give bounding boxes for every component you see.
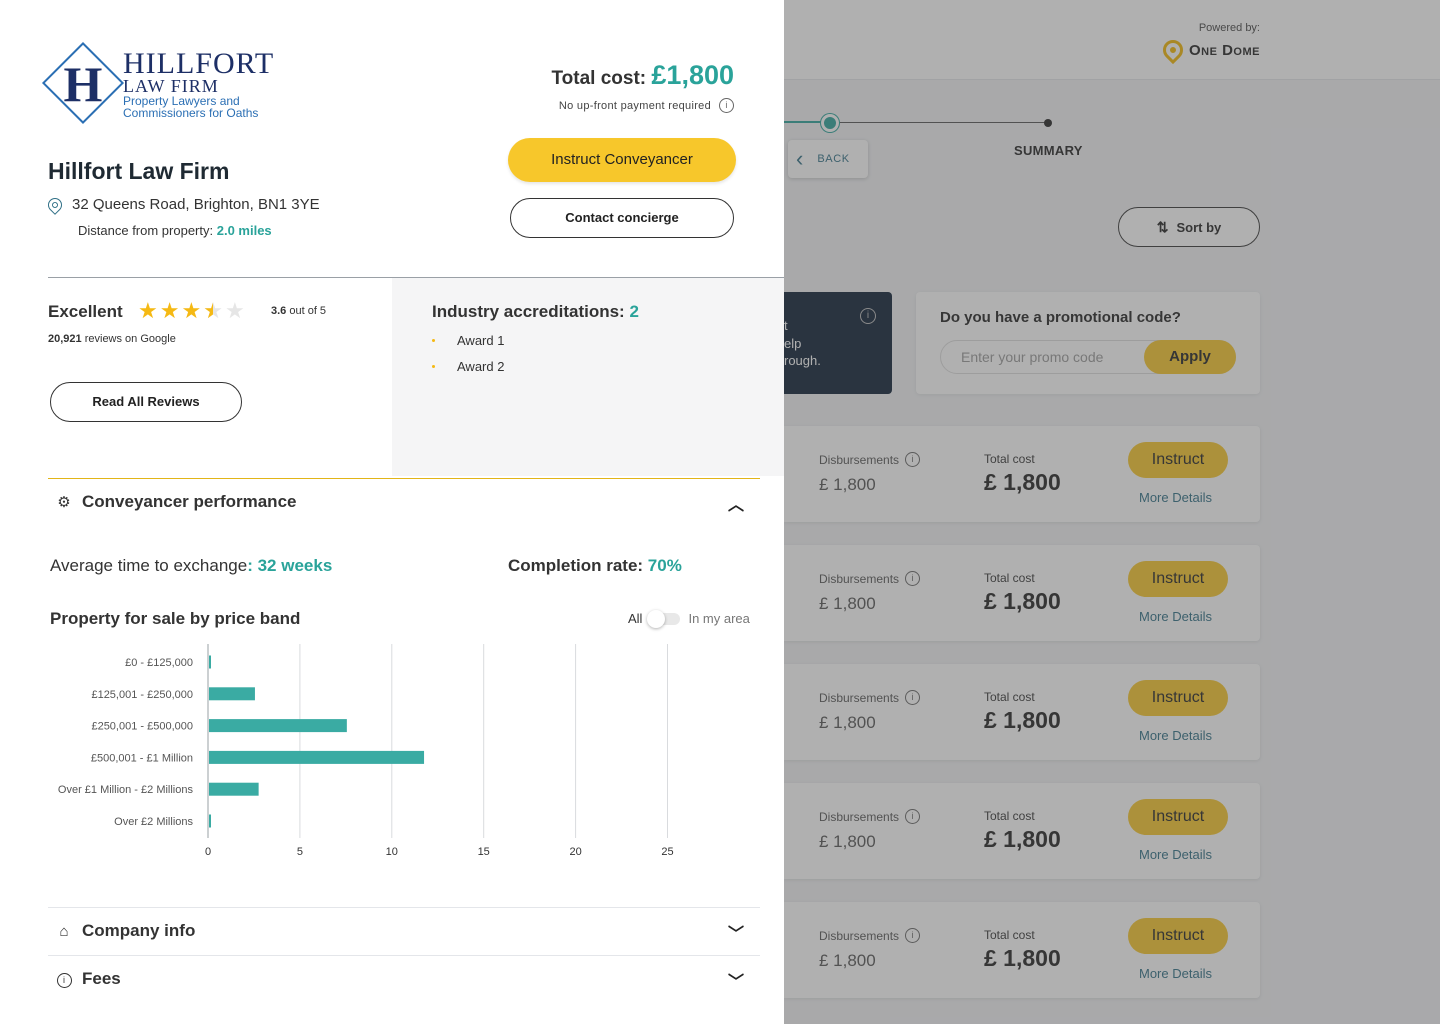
company-info-title: Company info — [82, 921, 196, 940]
category-label: Over £2 Millions — [114, 816, 193, 828]
x-tick-label: 15 — [478, 846, 490, 858]
bar[interactable] — [209, 719, 347, 733]
fees-title: Fees — [82, 969, 121, 988]
distance: Distance from property: 2.0 miles — [78, 223, 272, 238]
rating-score-value: 3.6 — [271, 305, 287, 317]
star-rating: ★ ★ ★ ★ ★ — [138, 298, 245, 323]
category-label: £125,001 - £250,000 — [91, 689, 193, 701]
rating-score: 3.6 out of 5 — [271, 305, 326, 317]
distance-value: 2.0 miles — [216, 223, 272, 238]
completion-value: 70% — [647, 556, 682, 575]
rating-score-suffix: out of 5 — [289, 305, 327, 317]
bullet-icon — [432, 365, 435, 368]
firm-logo: H HILLFORT LAW FIRM Property Lawyers and… — [41, 41, 288, 125]
review-count-value: 20,921 — [48, 333, 82, 345]
accreditations-count: 2 — [629, 302, 639, 321]
price-band-chart: 0 5 10 15 20 25 £0 - £125,000 £125,001 - £250,0… — [58, 644, 674, 858]
performance-title: Conveyancer performance — [82, 492, 297, 511]
contact-concierge-button[interactable]: Contact concierge — [510, 198, 734, 238]
bar[interactable] — [209, 750, 425, 764]
performance-accordion-header[interactable]: ⚙ Conveyancer performance ︿ — [48, 479, 760, 525]
award-label: Award 1 — [457, 333, 505, 348]
info-icon[interactable]: i — [719, 98, 734, 113]
star-icon: ★ — [181, 298, 202, 323]
toggle-all-label: All — [628, 611, 643, 626]
award-item: Award 1 — [432, 333, 504, 348]
location-pin-icon — [45, 194, 65, 215]
bar[interactable] — [209, 687, 255, 701]
distance-label: Distance from property: — [78, 223, 214, 238]
award-label: Award 2 — [457, 359, 505, 374]
company-info-accordion-header[interactable]: ⌂ Company info ﹀ — [48, 908, 760, 954]
read-all-reviews-button[interactable]: Read All Reviews — [50, 382, 242, 422]
firm-address: 32 Queens Road, Brighton, BN1 3YE — [45, 194, 320, 215]
x-tick-label: 10 — [386, 846, 398, 858]
logo-tagline-2: Commissioners for Oaths — [123, 106, 259, 120]
x-tick-label: 5 — [297, 846, 303, 858]
bar[interactable] — [209, 782, 259, 796]
x-tick-label: 0 — [205, 846, 211, 858]
half-star-icon: ★ — [203, 300, 223, 323]
avg-value: 32 weeks — [257, 556, 333, 575]
conveyancer-detail-panel: H HILLFORT LAW FIRM Property Lawyers and… — [0, 0, 784, 1024]
area-toggle-switch[interactable] — [647, 609, 681, 628]
completion-label: Completion rate: — [508, 556, 644, 575]
bar[interactable] — [209, 814, 211, 828]
total-cost-value: £1,800 — [651, 60, 734, 90]
accreditations-label: Industry accreditations: — [432, 302, 625, 321]
chevron-up-icon: ︿ — [727, 497, 744, 514]
bar[interactable] — [209, 655, 211, 669]
instruct-conveyancer-button[interactable]: Instruct Conveyancer — [508, 138, 736, 182]
area-toggle: All In my area — [628, 609, 750, 628]
star-icon: ★ — [159, 298, 180, 323]
review-count: 20,921 reviews on Google — [48, 333, 176, 345]
average-exchange-time: Average time to exchange: 32 weeks — [50, 556, 332, 576]
review-count-suffix: reviews on Google — [84, 333, 176, 345]
x-tick-label: 25 — [661, 846, 673, 858]
completion-rate: Completion rate: 70% — [508, 556, 682, 576]
total-cost: Total cost: £1,800 — [551, 60, 734, 91]
category-label: Over £1 Million - £2 Millions — [58, 784, 194, 796]
bullet-icon — [432, 339, 435, 342]
logo-castle-icon: H — [63, 56, 103, 112]
toggle-area-label: In my area — [688, 611, 750, 626]
gear-icon: ⚙ — [57, 494, 71, 511]
firm-name: Hillfort Law Firm — [48, 158, 230, 184]
no-upfront-text: No up-front payment required — [558, 99, 711, 112]
category-label: £250,001 - £500,000 — [91, 721, 193, 733]
avg-label: Average time to exchange — [50, 556, 248, 575]
no-upfront-note: No up-front payment required i — [559, 98, 734, 113]
fees-accordion-header[interactable]: i Fees ﹀ — [48, 956, 760, 1002]
x-tick-label: 20 — [569, 846, 581, 858]
empty-star-icon: ★ — [224, 298, 245, 323]
category-label: £500,001 - £1 Million — [91, 752, 193, 764]
award-item: Award 2 — [432, 359, 504, 374]
chevron-down-icon: ﹀ — [727, 926, 744, 943]
home-icon: ⌂ — [59, 922, 69, 940]
address-text: 32 Queens Road, Brighton, BN1 3YE — [72, 196, 320, 213]
total-cost-label: Total cost: — [551, 68, 647, 89]
info-icon: i — [56, 970, 72, 988]
category-label: £0 - £125,000 — [125, 657, 193, 669]
chevron-down-icon: ﹀ — [727, 974, 744, 991]
chart-title: Property for sale by price band — [50, 609, 301, 628]
modal-overlay[interactable] — [784, 0, 1440, 1024]
accreditations-heading: Industry accreditations: 2 — [432, 302, 639, 322]
avg-colon: : — [247, 556, 258, 575]
rating-word: Excellent — [48, 302, 123, 321]
star-icon: ★ — [138, 298, 158, 323]
